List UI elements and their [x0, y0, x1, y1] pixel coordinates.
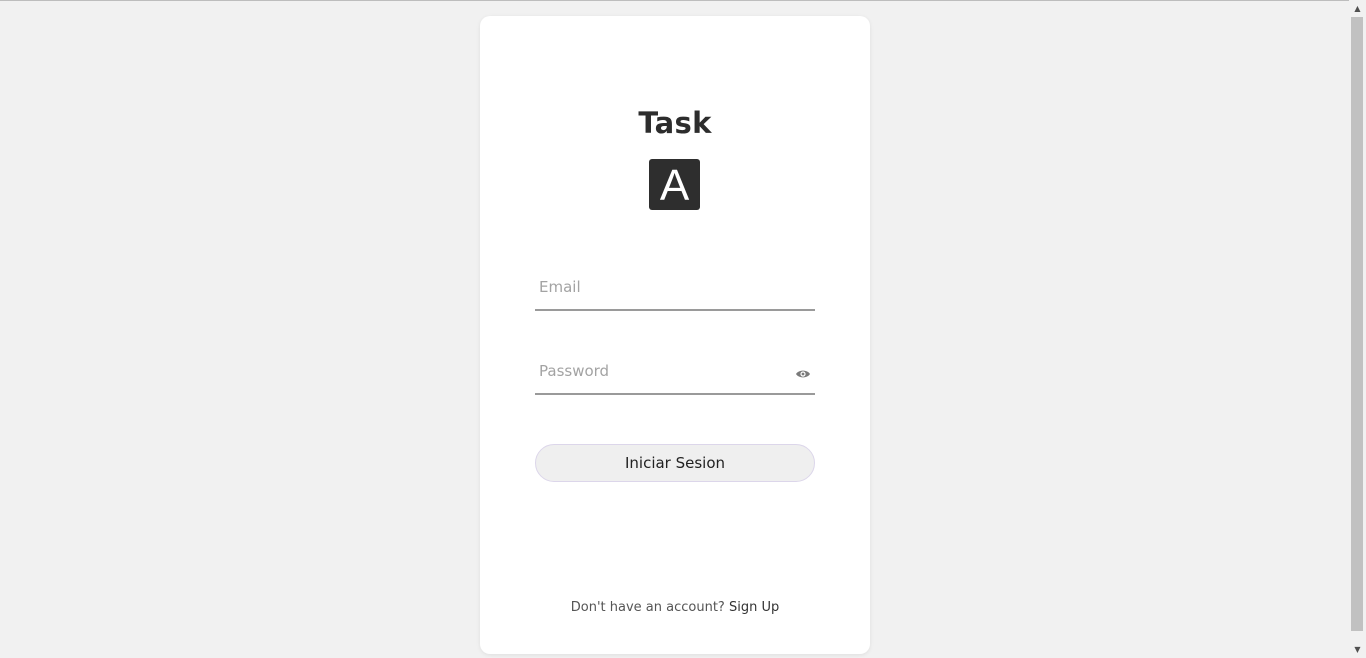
email-input[interactable]	[535, 267, 789, 307]
login-button[interactable]: Iniciar Sesion	[535, 444, 815, 482]
email-field	[535, 267, 815, 311]
password-input[interactable]	[535, 351, 789, 391]
signup-link[interactable]: Sign Up	[729, 600, 779, 615]
top-border	[0, 0, 1366, 1]
scroll-up-icon[interactable]: ▲	[1349, 0, 1366, 17]
signup-row: Don't have an account? Sign Up	[480, 600, 870, 615]
password-field	[535, 351, 815, 395]
scroll-down-icon[interactable]: ▼	[1349, 641, 1366, 658]
app-title: Task	[638, 106, 712, 140]
scroll-thumb[interactable]	[1351, 17, 1363, 631]
page: Task A Iniciar Sesion Don't have an acco…	[0, 0, 1366, 658]
vertical-scrollbar[interactable]: ▲ ▼	[1349, 0, 1366, 658]
signup-prompt: Don't have an account?	[570, 600, 729, 615]
login-card: Task A Iniciar Sesion Don't have an acco…	[480, 16, 870, 654]
eye-icon[interactable]	[795, 365, 811, 378]
app-logo: A	[649, 159, 700, 210]
